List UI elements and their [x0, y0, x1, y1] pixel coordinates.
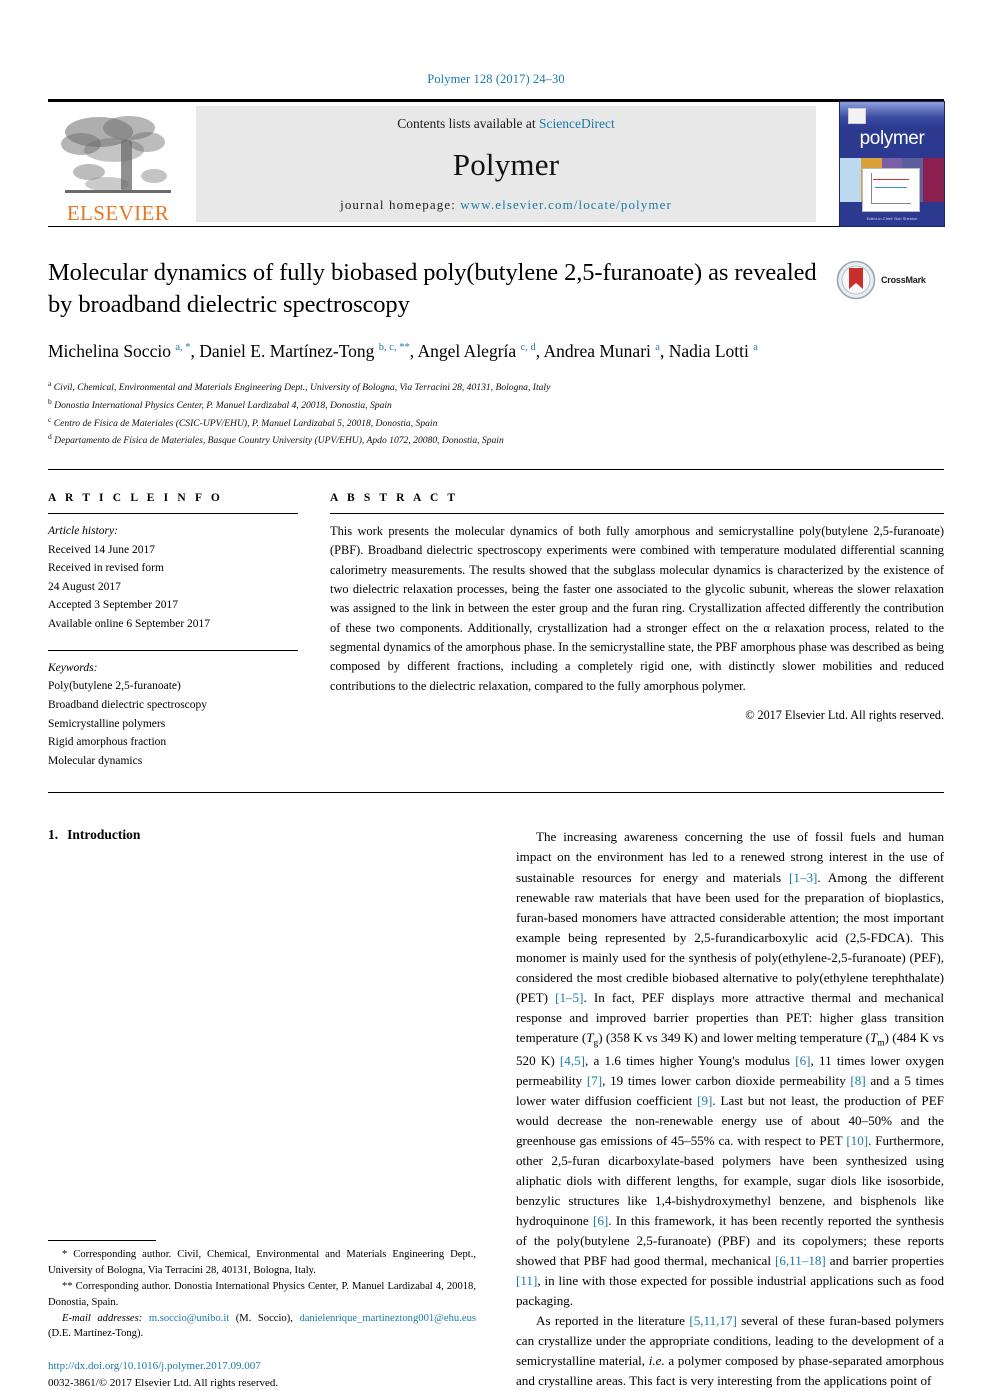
crossmark-badge[interactable]: CrossMark [836, 259, 944, 301]
title-area: Molecular dynamics of fully biobased pol… [48, 257, 944, 449]
history-item: 24 August 2017 [48, 580, 121, 593]
elsevier-wordmark: ELSEVIER [66, 201, 170, 225]
affiliation-a: a Civil, Chemical, Environmental and Mat… [48, 378, 944, 396]
body-column-left: 1. Introduction * Corresponding author. C… [48, 827, 476, 1391]
body-columns: 1. Introduction * Corresponding author. C… [48, 827, 944, 1391]
info-top-rule [48, 468, 944, 470]
cover-title: polymer [859, 128, 925, 149]
footnote-corresponding-1: * Corresponding author. Civil, Chemical,… [48, 1248, 476, 1276]
doi-block: http://dx.doi.org/10.1016/j.polymer.2017… [48, 1358, 476, 1391]
contents-prefix: Contents lists available at [397, 116, 539, 131]
affil-text-a: Civil, Chemical, Environmental and Mater… [53, 382, 551, 394]
journal-cover-thumbnail: polymer Editor-in-Chief: Bob Sheldon [840, 102, 944, 226]
article-info-column: A R T I C L E I N F O Article history: R… [48, 492, 298, 771]
footnote-email-addresses: E-mail addresses: m.soccio@unibo.it (M. … [48, 1312, 476, 1340]
journal-band: Contents lists available at ScienceDirec… [196, 106, 816, 222]
history-item: Accepted 3 September 2017 [48, 599, 178, 612]
journal-homepage-line: journal homepage: www.elsevier.com/locat… [340, 197, 672, 213]
cover-footer-text: Editor-in-Chief: Bob Sheldon [866, 216, 918, 221]
journal-homepage-link[interactable]: www.elsevier.com/locate/polymer [460, 197, 672, 212]
history-item: Received 14 June 2017 [48, 543, 155, 556]
history-item: Received in revised form [48, 562, 164, 575]
journal-masthead: ELSEVIER Contents lists available at Sci… [48, 99, 944, 226]
body-column-right: The increasing awareness concerning the … [516, 827, 944, 1391]
info-abstract-row: A R T I C L E I N F O Article history: R… [48, 492, 944, 771]
masthead-bottom-rule [48, 226, 944, 227]
keyword-item: Semicrystalline polymers [48, 717, 166, 730]
page-title: Molecular dynamics of fully biobased pol… [48, 259, 817, 318]
article-info-rule [48, 512, 298, 514]
footnote-corresponding-2: ** Corresponding author. Donostia Intern… [48, 1280, 476, 1308]
affil-marker-d: d [48, 432, 52, 442]
abstract-column: A B S T R A C T This work presents the m… [330, 492, 944, 771]
abstract-rule [330, 512, 944, 514]
affil-marker-b: b [48, 396, 52, 406]
homepage-prefix: journal homepage: [340, 197, 461, 212]
cover-tile-1 [840, 158, 861, 202]
cover-tile-5 [923, 158, 944, 202]
affil-marker-a: a [48, 379, 52, 389]
abstract-copyright: © 2017 Elsevier Ltd. All rights reserved… [745, 708, 944, 723]
section-heading-introduction: 1. Introduction [48, 827, 476, 843]
cover-publisher-mark [848, 108, 866, 124]
article-history-label: Article history: [48, 524, 118, 537]
affiliation-c: c Centro de Física de Materiales (CSIC-U… [48, 414, 944, 432]
abstract-text: This work presents the molecular dynamic… [330, 523, 944, 693]
info-bottom-rule [48, 792, 944, 794]
crossmark-icon [836, 260, 876, 300]
affil-text-b: Donostia International Physics Center, P… [54, 399, 392, 411]
elsevier-tree-icon [61, 116, 171, 193]
affil-text-d: Departamento de Física de Materiales, Ba… [54, 435, 504, 447]
cover-inset-figure [862, 168, 920, 212]
intro-paragraph-1-continued: The increasing awareness concerning the … [516, 829, 945, 1309]
section-title: Introduction [67, 827, 141, 843]
keywords-label: Keywords: [48, 661, 98, 674]
author-list: Michelina Soccio a, *, Daniel E. Martíne… [48, 340, 758, 361]
keyword-item: Rigid amorphous fraction [48, 736, 167, 749]
journal-title: Polymer [452, 147, 560, 182]
keywords-rule [48, 649, 298, 651]
affiliation-b: b Donostia International Physics Center,… [48, 396, 944, 414]
crossmark-label: CrossMark [881, 275, 926, 285]
affil-marker-c: c [48, 414, 52, 424]
footnote-rule [48, 1239, 156, 1241]
history-item: Available online 6 September 2017 [48, 618, 211, 631]
running-head: Polymer 128 (2017) 24–30 [427, 72, 565, 86]
intro-paragraph-2: As reported in the literature [5,11,17] … [516, 1313, 944, 1389]
article-info-heading: A R T I C L E I N F O [48, 491, 223, 504]
affiliation-d: d Departamento de Física de Materiales, … [48, 431, 944, 449]
elsevier-logo: ELSEVIER [48, 102, 188, 226]
affiliation-list: a Civil, Chemical, Environmental and Mat… [48, 378, 944, 449]
issn-copyright-line: 0032-3861/© 2017 Elsevier Ltd. All right… [48, 1376, 279, 1389]
article-page: Polymer 128 (2017) 24–30 ELSEVIER Conten… [0, 0, 992, 1389]
section-number: 1. [48, 827, 59, 843]
keyword-item: Broadband dielectric spectroscopy [48, 698, 208, 711]
keyword-item: Poly(butylene 2,5-furanoate) [48, 680, 181, 693]
affil-text-c: Centro de Física de Materiales (CSIC-UPV… [53, 417, 438, 429]
footnote-block: * Corresponding author. Civil, Chemical,… [48, 1239, 476, 1391]
journal-cover-block: polymer Editor-in-Chief: Bob Sheldon [822, 102, 944, 226]
abstract-heading: A B S T R A C T [330, 491, 459, 504]
keyword-item: Molecular dynamics [48, 754, 143, 767]
contents-line: Contents lists available at ScienceDirec… [397, 116, 614, 132]
doi-link[interactable]: http://dx.doi.org/10.1016/j.polymer.2017… [48, 1358, 476, 1375]
sciencedirect-link[interactable]: ScienceDirect [539, 116, 615, 131]
